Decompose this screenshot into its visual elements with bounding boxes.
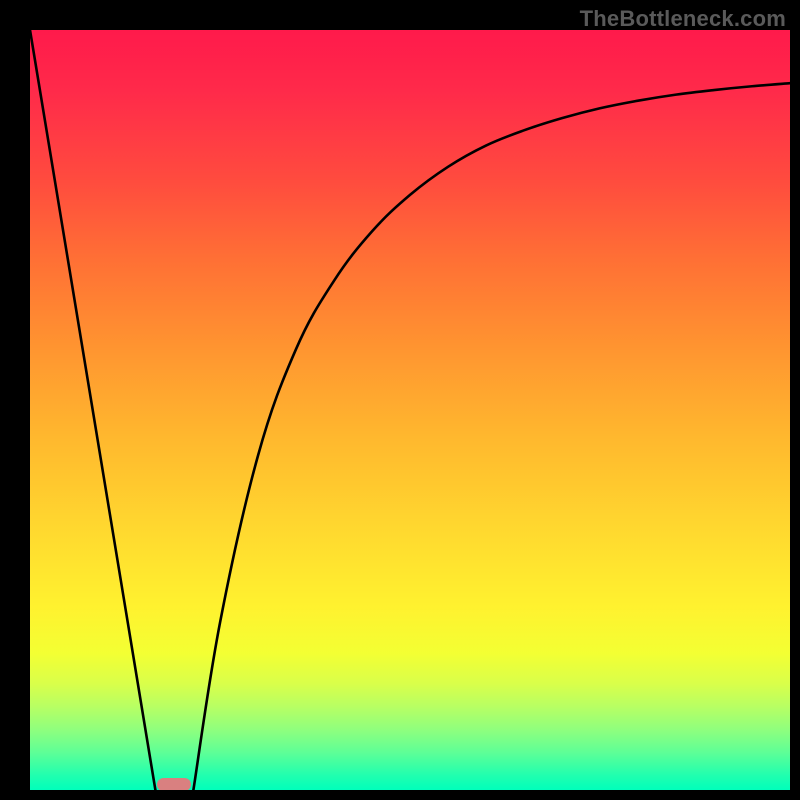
plot-area — [30, 30, 790, 790]
curve-layer — [30, 30, 790, 790]
watermark-text: TheBottleneck.com — [580, 6, 786, 32]
notch-marker — [157, 778, 191, 790]
curve-left-segment — [30, 30, 155, 790]
curve-right-segment — [193, 83, 790, 790]
chart-frame: TheBottleneck.com — [0, 0, 800, 800]
